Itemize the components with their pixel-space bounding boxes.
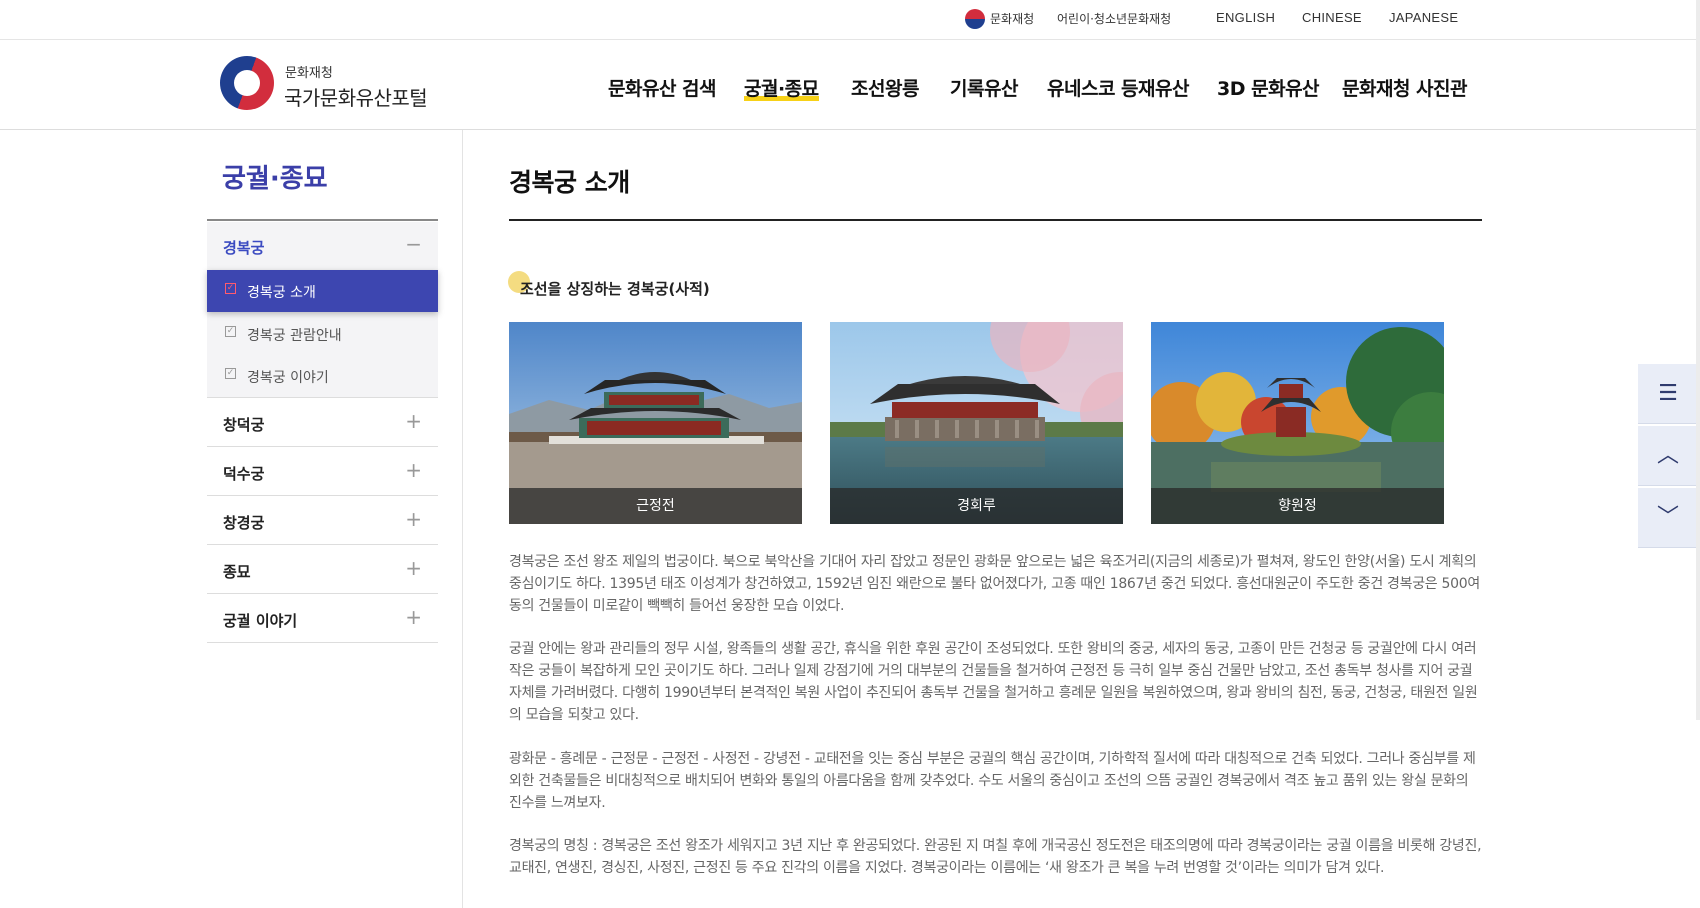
sidebar-section-deoksugung[interactable]: 덕수궁 +	[207, 448, 438, 496]
sidebar-section-label: 종묘	[223, 563, 251, 581]
sidebar-section-gyeongbokgung[interactable]: 경복궁 −	[207, 222, 438, 270]
check-icon: ✓	[225, 326, 236, 337]
sidebar-section-palace-stories[interactable]: 궁궐 이야기 +	[207, 595, 438, 643]
sidebar-section-label: 경복궁	[223, 239, 265, 257]
scroll-up-button[interactable]: ︿	[1638, 426, 1698, 486]
link-english[interactable]: ENGLISH	[1216, 10, 1275, 25]
menu-button[interactable]: ☰	[1638, 364, 1698, 424]
link-cha[interactable]: 문화재청	[990, 10, 1034, 27]
expand-icon[interactable]: +	[405, 605, 422, 629]
sidebar-item-label: 경복궁 관람안내	[247, 328, 342, 344]
title-underline	[509, 219, 1482, 221]
utility-bar: 문화재청 어린이·청소년문화재청 ENGLISH CHINESE JAPANES…	[0, 0, 1700, 40]
expand-icon[interactable]: +	[405, 458, 422, 482]
intro-paragraph-1: 경복궁은 조선 왕조 제일의 법궁이다. 북으로 북악산을 기대어 자리 잡았고…	[509, 554, 1480, 614]
gnb-royal-tombs[interactable]: 조선왕릉	[851, 74, 919, 101]
sidebar-divider	[207, 219, 438, 221]
link-chinese[interactable]: CHINESE	[1302, 10, 1362, 25]
scrollbar[interactable]	[1696, 0, 1700, 720]
sidebar-item-gyeongbokgung-guide[interactable]: ✓ 경복궁 관람안내	[207, 313, 438, 355]
photo-caption: 향원정	[1151, 488, 1444, 524]
gnb-documentary-heritage[interactable]: 기록유산	[950, 74, 1018, 101]
intro-paragraph-3: 광화문 - 흥례문 - 근정문 - 근정전 - 사정전 - 강녕전 - 교태전을…	[509, 751, 1476, 811]
sidebar-item-gyeongbokgung-intro[interactable]: ✓ 경복궁 소개	[207, 270, 438, 312]
sidebar-section-changgyeonggung[interactable]: 창경궁 +	[207, 497, 438, 545]
sidebar-section-label: 창덕궁	[223, 416, 265, 434]
sidebar-item-label: 경복궁 이야기	[247, 370, 329, 386]
cha-logo-icon	[965, 9, 985, 29]
link-japanese[interactable]: JAPANESE	[1389, 10, 1458, 25]
gnb-photo-gallery[interactable]: 문화재청 사진관	[1342, 74, 1467, 101]
sidebar-section-label: 창경궁	[223, 514, 265, 532]
expand-icon[interactable]: +	[405, 409, 422, 433]
intro-paragraph-2: 궁궐 안에는 왕과 관리들의 정무 시설, 왕족들의 생활 공간, 휴식을 위한…	[509, 641, 1478, 723]
sidebar-section-label: 궁궐 이야기	[223, 612, 298, 630]
sidebar-section-changdeokgung[interactable]: 창덕궁 +	[207, 399, 438, 447]
expand-icon[interactable]: +	[405, 507, 422, 531]
sidebar-item-label: 경복궁 소개	[247, 285, 316, 301]
sidebar-section-label: 덕수궁	[223, 465, 265, 483]
intro-paragraph-4: 경복궁의 명칭 : 경복궁은 조선 왕조가 세워지고 3년 지난 후 완공되었다…	[509, 838, 1482, 876]
content-divider	[462, 130, 463, 908]
taegeuk-logo-icon	[220, 56, 274, 110]
photo-caption: 근정전	[509, 488, 802, 524]
page-title: 경복궁 소개	[509, 168, 630, 197]
sidebar-section-jongmyo[interactable]: 종묘 +	[207, 546, 438, 594]
check-icon: ✓	[225, 368, 236, 379]
gnb-3d-heritage[interactable]: 3D 문화유산	[1217, 74, 1320, 101]
sidebar-item-gyeongbokgung-story[interactable]: ✓ 경복궁 이야기	[207, 355, 438, 397]
logo-subtitle: 문화재청	[285, 66, 333, 81]
gnb-heritage-search[interactable]: 문화유산 검색	[608, 74, 717, 101]
photo-geunjeongjeon[interactable]: 근정전	[509, 322, 802, 524]
check-icon: ✓	[225, 283, 236, 294]
photo-caption: 경회루	[830, 488, 1123, 524]
chevron-up-icon: ︿	[1656, 443, 1679, 468]
section-title: 조선을 상징하는 경복궁(사적)	[520, 280, 710, 298]
hamburger-icon: ☰	[1658, 381, 1678, 406]
link-kids[interactable]: 어린이·청소년문화재청	[1057, 10, 1171, 27]
collapse-icon[interactable]: −	[405, 232, 422, 256]
scroll-down-button[interactable]: ﹀	[1638, 488, 1698, 548]
expand-icon[interactable]: +	[405, 556, 422, 580]
logo-title: 국가문화유산포털	[284, 86, 428, 110]
chevron-down-icon: ﹀	[1656, 505, 1679, 530]
sidebar-title: 궁궐·종묘	[222, 164, 328, 194]
site-header: 문화재청 국가문화유산포털 문화유산 검색 궁궐·종묘 조선왕릉 기록유산 유네…	[0, 40, 1700, 130]
photo-hyangwonjeong[interactable]: 향원정	[1151, 322, 1444, 524]
gnb-palaces-shrines[interactable]: 궁궐·종묘	[744, 74, 819, 101]
gnb-unesco-heritage[interactable]: 유네스코 등재유산	[1047, 74, 1189, 101]
photo-gyeonghoeru[interactable]: 경회루	[830, 322, 1123, 524]
